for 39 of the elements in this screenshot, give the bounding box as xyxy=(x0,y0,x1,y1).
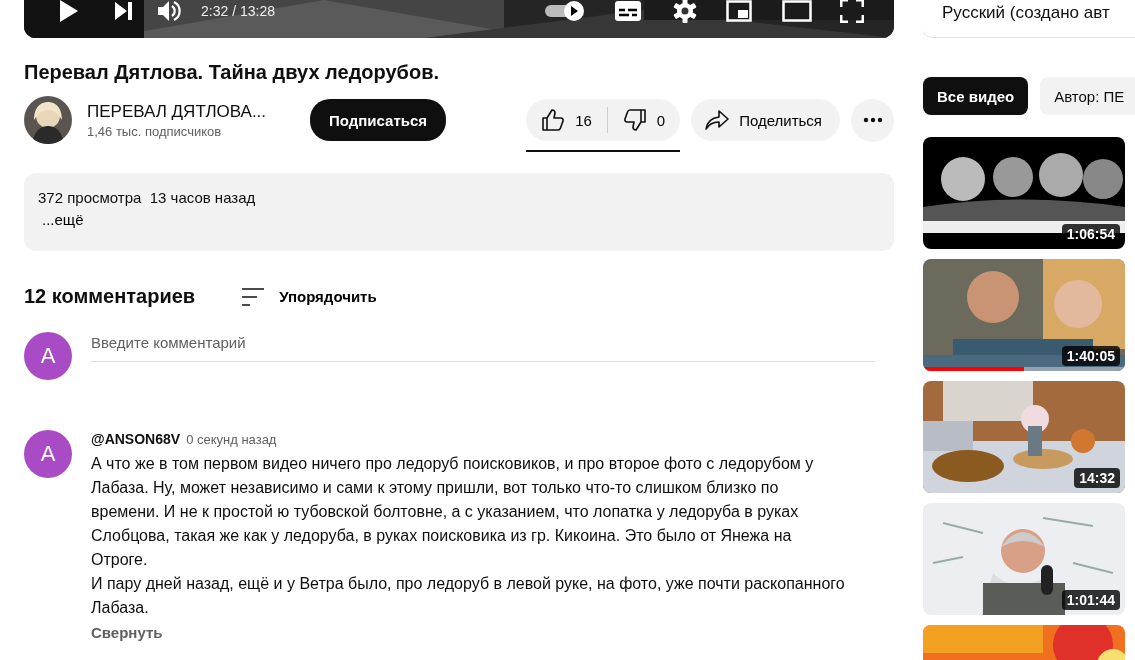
video-duration: 1:01:44 xyxy=(1061,590,1120,610)
playback-time: 2:32 / 13:28 xyxy=(201,3,275,19)
video-duration: 14:32 xyxy=(1074,468,1120,488)
filter-chip[interactable]: Автор: ПЕ xyxy=(1040,77,1135,115)
subscribe-button[interactable]: Подписаться xyxy=(310,99,447,141)
fullscreen-icon[interactable] xyxy=(840,0,864,23)
comment-text: А что же в том первом видео ничего про ледоруб поисковиков, и про второе фото с ледорубом у Лабаза. Ну, может независимо и сами к этому пришли, вот только что-то слишком близко по времени. И не к простой ю тубовской болтовне, а с указанием, что лопатка у ледоруба в руках Слобцова, такая же как у ледоруба, в руках поисковика из гр. Кикоина. Это было от Янежа на Отроге. И пару дней назад, ещё и у Ветра было, про ледоруб в левой руке, на фото, уже почти раскопанного Лабаза. xyxy=(91,454,846,618)
play-icon[interactable] xyxy=(57,0,79,23)
comment-author[interactable]: @ANSON68V xyxy=(91,431,181,447)
thumbs-down-icon xyxy=(622,108,647,132)
comment-time[interactable]: 0 секунд назад xyxy=(186,432,277,447)
video-title: Перевал Дятлова. Тайна двух ледорубов. xyxy=(24,60,441,85)
user-avatar: A xyxy=(24,332,72,380)
thumbs-up-icon xyxy=(541,108,566,132)
filter-chip[interactable]: Все видео xyxy=(923,77,1029,115)
comment-count: 12 комментариев xyxy=(24,285,196,308)
sort-button[interactable]: Упорядочить xyxy=(235,285,383,308)
subtitles-icon[interactable] xyxy=(614,0,642,22)
dislike-button[interactable]: 0 xyxy=(607,99,681,141)
sort-icon xyxy=(241,286,266,307)
volume-icon[interactable] xyxy=(157,0,181,22)
show-more-link[interactable]: ...ещё xyxy=(42,209,84,231)
autoplay-toggle[interactable] xyxy=(544,0,586,22)
collapse-link[interactable]: Свернуть xyxy=(91,624,163,641)
theater-mode-icon[interactable] xyxy=(782,0,812,22)
share-icon xyxy=(705,109,730,131)
settings-icon[interactable] xyxy=(672,0,698,24)
video-duration: 1:40:05 xyxy=(1061,346,1120,366)
like-button[interactable]: 16 xyxy=(526,99,607,141)
comment-input[interactable]: Введите комментарий xyxy=(91,332,875,362)
more-actions-button[interactable] xyxy=(851,98,894,142)
channel-name[interactable]: ПЕРЕВАЛ ДЯТЛОВА... xyxy=(87,101,282,122)
subscriber-count: 1,46 тыс. подписчиков xyxy=(87,123,223,139)
view-stats: 372 просмотра 13 часов назад xyxy=(38,188,257,208)
share-button[interactable]: Поделиться xyxy=(691,99,840,141)
more-icon xyxy=(862,117,883,123)
commenter-avatar[interactable]: A xyxy=(24,430,72,478)
next-icon[interactable] xyxy=(113,1,133,21)
miniplayer-icon[interactable] xyxy=(726,0,752,22)
